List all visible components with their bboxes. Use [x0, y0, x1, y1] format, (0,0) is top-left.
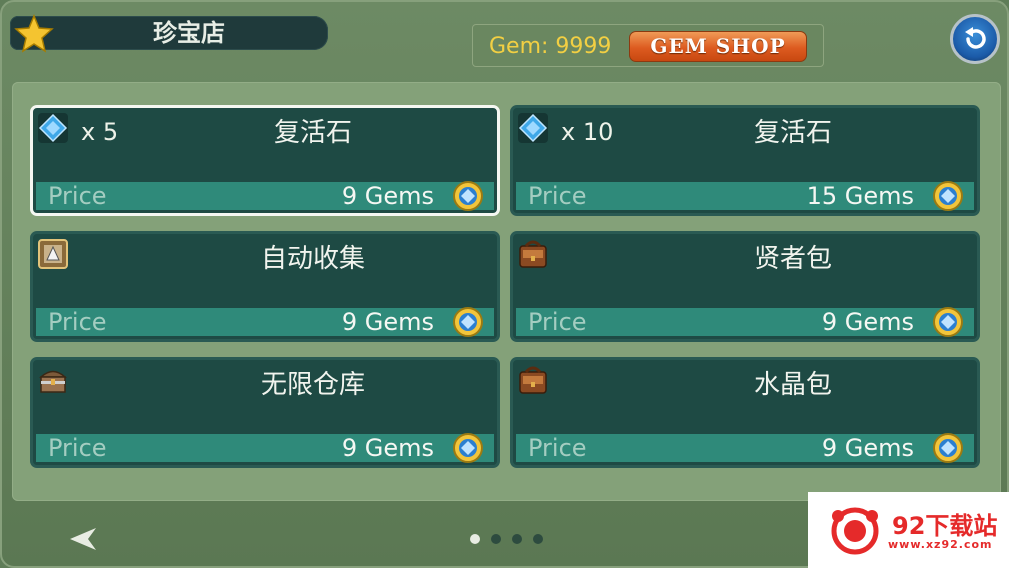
- gem-coin-icon: [933, 181, 963, 211]
- item-quantity: x 10: [561, 118, 614, 146]
- price-label: Price: [528, 308, 587, 336]
- blue-gem-icon: [518, 113, 548, 143]
- satchel-icon: [519, 366, 547, 394]
- watermark: 92下载站 www.xz92.com: [808, 492, 1009, 568]
- shop-item-card[interactable]: 贤者包 Price 9 Gems: [510, 231, 980, 342]
- gem-coin-icon: [933, 433, 963, 463]
- item-name: 贤者包: [753, 244, 832, 274]
- price-bar: Price 9 Gems: [36, 433, 494, 463]
- item-quantity: x 5: [81, 118, 119, 146]
- price-bar: Price 9 Gems: [36, 307, 494, 337]
- satchel-icon: [519, 240, 547, 268]
- item-name: 无限仓库: [260, 370, 365, 400]
- price-label: Price: [48, 182, 107, 210]
- auto-collect-icon: [38, 239, 68, 269]
- item-name: 水晶包: [753, 370, 832, 400]
- blue-gem-icon: [38, 113, 68, 143]
- gem-shop-button[interactable]: GEM SHOP: [629, 31, 807, 62]
- gem-balance: Gem: 9999: [489, 34, 612, 59]
- price-value: 9 Gems: [821, 308, 914, 336]
- gem-coin-icon: [933, 307, 963, 337]
- price-bar: Price 9 Gems: [36, 181, 494, 211]
- price-value: 9 Gems: [341, 434, 434, 462]
- watermark-url: www.xz92.com: [888, 538, 993, 551]
- shop-item-card[interactable]: 水晶包 Price 9 Gems: [510, 357, 980, 468]
- watermark-logo-icon: [831, 507, 879, 555]
- title-bar: 珍宝店: [10, 14, 328, 53]
- refresh-icon: [965, 27, 986, 49]
- chest-icon: [39, 370, 67, 393]
- item-name: 复活石: [273, 118, 352, 148]
- price-value: 15 Gems: [806, 182, 914, 210]
- price-label: Price: [48, 308, 107, 336]
- price-value: 9 Gems: [821, 434, 914, 462]
- price-label: Price: [528, 182, 587, 210]
- price-value: 9 Gems: [341, 182, 434, 210]
- back-arrow-icon[interactable]: [68, 526, 98, 552]
- item-name: 复活石: [753, 118, 832, 148]
- price-bar: Price 9 Gems: [516, 433, 974, 463]
- page-dot[interactable]: [491, 534, 501, 544]
- gem-coin-icon: [453, 307, 483, 337]
- watermark-title: 92下载站: [892, 512, 998, 540]
- gem-balance-box: Gem: 9999 GEM SHOP: [472, 24, 824, 67]
- price-label: Price: [528, 434, 587, 462]
- gem-coin-icon: [453, 181, 483, 211]
- shop-item-card[interactable]: 无限仓库 Price 9 Gems: [30, 357, 500, 468]
- price-bar: Price 15 Gems: [516, 181, 974, 211]
- price-label: Price: [48, 434, 107, 462]
- gem-coin-icon: [453, 433, 483, 463]
- shop-item-card[interactable]: x 10 复活石 Price 15 Gems: [510, 105, 980, 216]
- price-bar: Price 9 Gems: [516, 307, 974, 337]
- page-dot[interactable]: [512, 534, 522, 544]
- page-dot[interactable]: [533, 534, 543, 544]
- page-title: 珍宝店: [153, 19, 225, 47]
- item-name: 自动收集: [260, 244, 365, 274]
- refresh-button[interactable]: [950, 14, 1000, 64]
- shop-item-card[interactable]: 自动收集 Price 9 Gems: [30, 231, 500, 342]
- page-dot[interactable]: [470, 534, 480, 544]
- shop-item-card[interactable]: x 5 复活石 Price 9 Gems: [30, 105, 500, 216]
- shop-panel: x 5 复活石 Price 9 Gems x 10 复活石 Price 15 G…: [12, 82, 1001, 501]
- price-value: 9 Gems: [341, 308, 434, 336]
- app-window: 珍宝店 Gem: 9999 GEM SHOP x 5 复活石 Price 9 G…: [0, 0, 1009, 568]
